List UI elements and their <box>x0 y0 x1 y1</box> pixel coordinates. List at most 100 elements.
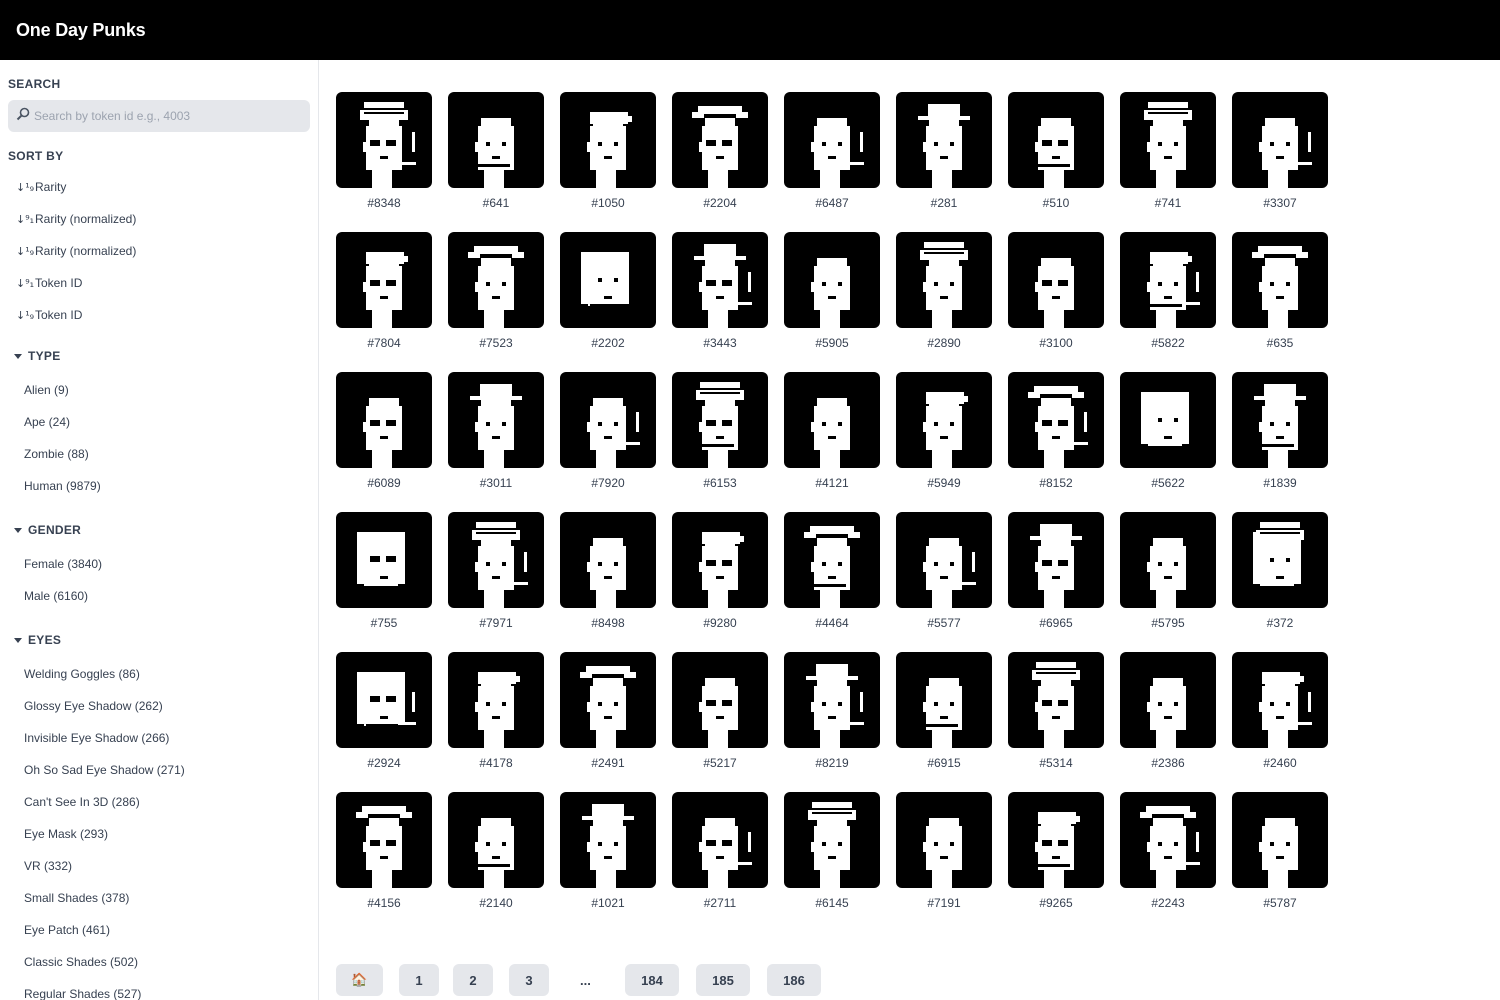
punk-image[interactable] <box>1120 372 1216 468</box>
sort-option[interactable]: ↓¹₉ Token ID <box>16 305 82 325</box>
punk-image[interactable] <box>784 652 880 748</box>
page-185-button[interactable]: 185 <box>696 964 750 996</box>
punk-image[interactable] <box>672 792 768 888</box>
punk-card[interactable]: #2711 <box>672 792 768 910</box>
sort-option[interactable]: ↓¹₉ Rarity (normalized) <box>16 241 136 261</box>
punk-image[interactable] <box>784 92 880 188</box>
punk-card[interactable]: #9280 <box>672 512 768 630</box>
filter-option[interactable]: Zombie (88) <box>24 447 89 461</box>
punk-image[interactable] <box>1232 232 1328 328</box>
search-box[interactable] <box>8 100 310 132</box>
punk-card[interactable]: #7971 <box>448 512 544 630</box>
punk-image[interactable] <box>672 92 768 188</box>
filter-group-gender[interactable]: GENDER <box>14 523 81 537</box>
punk-image[interactable] <box>560 792 656 888</box>
punk-card[interactable]: #3307 <box>1232 92 1328 210</box>
punk-image[interactable] <box>448 512 544 608</box>
punk-card[interactable]: #5577 <box>896 512 992 630</box>
punk-image[interactable] <box>1232 92 1328 188</box>
punk-image[interactable] <box>896 512 992 608</box>
punk-card[interactable]: #281 <box>896 92 992 210</box>
punk-image[interactable] <box>1008 232 1104 328</box>
punk-image[interactable] <box>784 512 880 608</box>
filter-option[interactable]: Oh So Sad Eye Shadow (271) <box>24 763 185 777</box>
punk-card[interactable]: #2243 <box>1120 792 1216 910</box>
punk-image[interactable] <box>1120 512 1216 608</box>
punk-image[interactable] <box>1008 792 1104 888</box>
punk-image[interactable] <box>672 372 768 468</box>
punk-image[interactable] <box>784 232 880 328</box>
filter-group-type[interactable]: TYPE <box>14 349 61 363</box>
filter-option[interactable]: Human (9879) <box>24 479 101 493</box>
punk-card[interactable]: #2140 <box>448 792 544 910</box>
punk-card[interactable]: #1839 <box>1232 372 1328 490</box>
punk-card[interactable]: #8219 <box>784 652 880 770</box>
home-button[interactable]: 🏠 <box>336 964 383 996</box>
punk-image[interactable] <box>336 792 432 888</box>
sort-option[interactable]: ↓¹₉ Rarity <box>16 177 66 197</box>
sort-option[interactable]: ↓⁹₁ Token ID <box>16 273 82 293</box>
filter-option[interactable]: Eye Mask (293) <box>24 827 108 841</box>
punk-image[interactable] <box>896 792 992 888</box>
punk-card[interactable]: #635 <box>1232 232 1328 350</box>
filter-group-eyes[interactable]: EYES <box>14 633 61 647</box>
punk-card[interactable]: #4121 <box>784 372 880 490</box>
punk-card[interactable]: #2460 <box>1232 652 1328 770</box>
punk-image[interactable] <box>784 372 880 468</box>
punk-image[interactable] <box>1232 512 1328 608</box>
punk-card[interactable]: #4464 <box>784 512 880 630</box>
punk-card[interactable]: #4178 <box>448 652 544 770</box>
page-186-button[interactable]: 186 <box>767 964 821 996</box>
punk-card[interactable]: #8152 <box>1008 372 1104 490</box>
punk-card[interactable]: #4156 <box>336 792 432 910</box>
punk-image[interactable] <box>560 92 656 188</box>
punk-image[interactable] <box>896 652 992 748</box>
filter-option[interactable]: Glossy Eye Shadow (262) <box>24 699 163 713</box>
punk-image[interactable] <box>560 232 656 328</box>
punk-card[interactable]: #1021 <box>560 792 656 910</box>
punk-card[interactable]: #8498 <box>560 512 656 630</box>
punk-image[interactable] <box>336 652 432 748</box>
punk-image[interactable] <box>560 372 656 468</box>
punk-image[interactable] <box>1120 792 1216 888</box>
punk-card[interactable]: #5622 <box>1120 372 1216 490</box>
page-2-button[interactable]: 2 <box>453 964 493 996</box>
punk-card[interactable]: #7920 <box>560 372 656 490</box>
punk-image[interactable] <box>672 652 768 748</box>
punk-image[interactable] <box>1120 652 1216 748</box>
punk-image[interactable] <box>336 372 432 468</box>
punk-image[interactable] <box>1008 92 1104 188</box>
punk-card[interactable]: #5314 <box>1008 652 1104 770</box>
punk-image[interactable] <box>448 652 544 748</box>
punk-card[interactable]: #3443 <box>672 232 768 350</box>
filter-option[interactable]: Classic Shades (502) <box>24 955 138 969</box>
punk-card[interactable]: #741 <box>1120 92 1216 210</box>
punk-card[interactable]: #6089 <box>336 372 432 490</box>
punk-card[interactable]: #755 <box>336 512 432 630</box>
filter-option[interactable]: VR (332) <box>24 859 72 873</box>
punk-image[interactable] <box>896 372 992 468</box>
punk-image[interactable] <box>1120 232 1216 328</box>
page-184-button[interactable]: 184 <box>625 964 679 996</box>
sort-option[interactable]: ↓⁹₁ Rarity (normalized) <box>16 209 136 229</box>
punk-image[interactable] <box>672 232 768 328</box>
punk-image[interactable] <box>336 92 432 188</box>
page-3-button[interactable]: 3 <box>509 964 549 996</box>
punk-card[interactable]: #1050 <box>560 92 656 210</box>
filter-option[interactable]: Can't See In 3D (286) <box>24 795 140 809</box>
punk-card[interactable]: #8348 <box>336 92 432 210</box>
punk-card[interactable]: #2491 <box>560 652 656 770</box>
page-1-button[interactable]: 1 <box>399 964 439 996</box>
punk-image[interactable] <box>896 92 992 188</box>
punk-card[interactable]: #5905 <box>784 232 880 350</box>
punk-image[interactable] <box>448 232 544 328</box>
filter-option[interactable]: Male (6160) <box>24 589 88 603</box>
punk-image[interactable] <box>896 232 992 328</box>
filter-option[interactable]: Alien (9) <box>24 383 69 397</box>
punk-card[interactable]: #7523 <box>448 232 544 350</box>
punk-card[interactable]: #2924 <box>336 652 432 770</box>
punk-image[interactable] <box>560 652 656 748</box>
punk-card[interactable]: #6965 <box>1008 512 1104 630</box>
punk-card[interactable]: #3100 <box>1008 232 1104 350</box>
punk-card[interactable]: #2202 <box>560 232 656 350</box>
